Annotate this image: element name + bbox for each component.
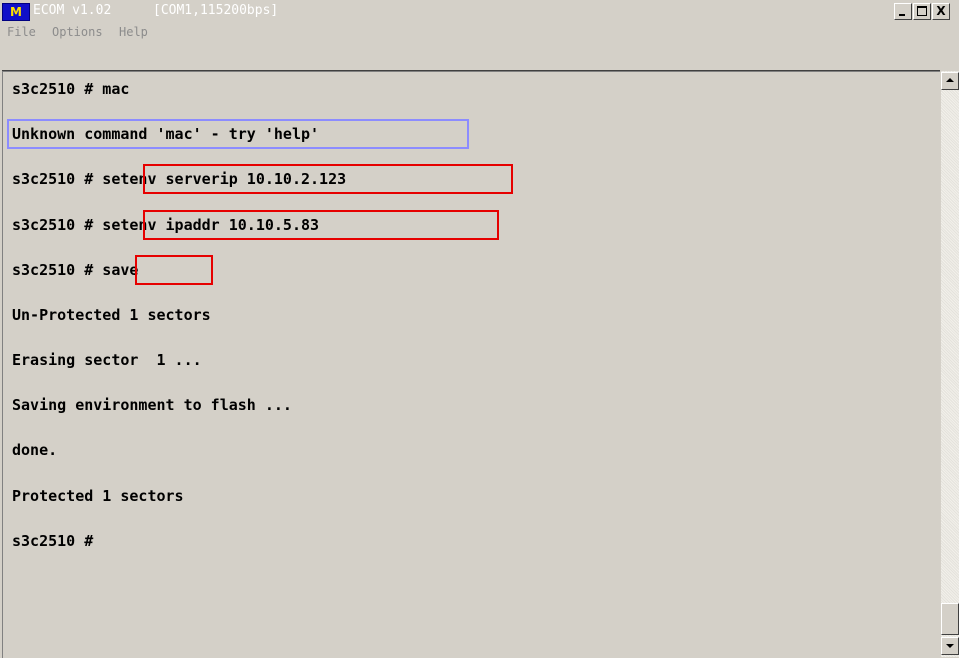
close-icon: X [936,4,946,18]
terminal-line: Protected 1 sectors [12,487,184,505]
close-button[interactable]: X [932,3,950,20]
minimize-button[interactable] [894,3,912,20]
title-bar[interactable]: M ECOM v1.02 [COM1,115200bps] X [0,0,959,23]
minimize-icon [899,14,905,16]
terminal-line: s3c2510 # save [12,261,139,279]
error-highlight-box [7,119,469,149]
scroll-up-button[interactable] [941,72,959,90]
maximize-button[interactable] [913,3,931,20]
terminal-line: Saving environment to flash ... [12,396,292,414]
terminal-output[interactable]: s3c2510 # mac Unknown command 'mac' - tr… [2,71,940,658]
title-port-info: [COM1,115200bps] [153,3,279,18]
terminal-line: Un-Protected 1 sectors [12,306,211,324]
maximize-icon [917,6,927,16]
app-window: M ECOM v1.02 [COM1,115200bps] X File Opt… [0,0,959,658]
vertical-scrollbar[interactable] [941,71,959,657]
arrow-up-icon [946,78,954,82]
menu-file[interactable]: File [7,24,36,40]
scroll-thumb[interactable] [941,603,959,635]
serverip-highlight-box [143,164,513,194]
menu-help[interactable]: Help [119,24,148,40]
arrow-down-icon [946,644,954,648]
app-logo-icon[interactable]: M [2,3,30,21]
window-title: ECOM v1.02 [COM1,115200bps] [33,2,278,20]
menu-bar: File Options Help [0,22,959,42]
scroll-down-button[interactable] [941,637,959,655]
terminal-line: s3c2510 # [12,532,94,550]
title-app-name: ECOM v1.02 [33,3,112,18]
terminal-line: Erasing sector 1 ... [12,351,202,369]
save-highlight-box [135,255,213,285]
ipaddr-highlight-box [143,210,499,240]
terminal-line: s3c2510 # mac [12,80,130,98]
menu-options[interactable]: Options [52,24,103,40]
terminal-line: done. [12,441,58,459]
